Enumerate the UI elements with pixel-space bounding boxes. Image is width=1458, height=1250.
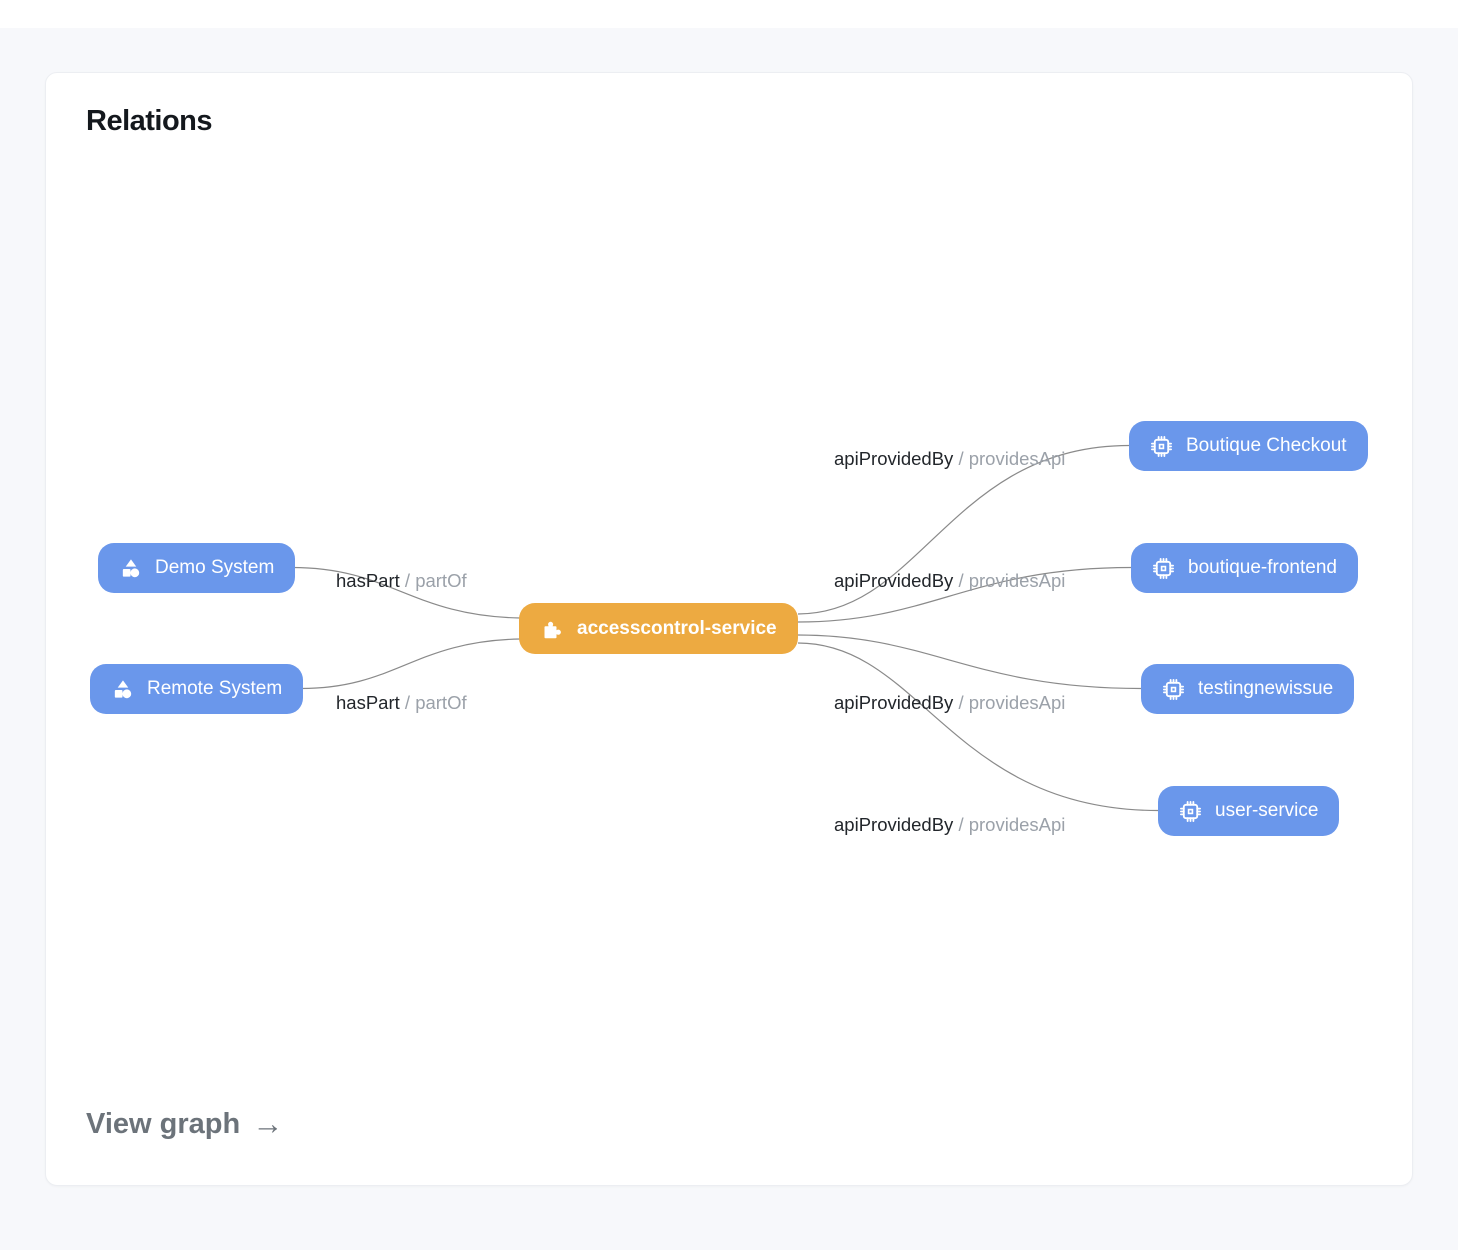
edge-label-apiprovidedby-2: apiProvidedBy / providesApi [834, 570, 1065, 592]
arrow-right-icon: → [252, 1106, 283, 1142]
node-label: Demo System [155, 557, 274, 579]
view-graph-link[interactable]: View graph → [86, 1106, 283, 1142]
relations-diagram-canvas: Relations Demo System [46, 73, 1412, 1185]
chip-icon [1150, 435, 1173, 458]
view-graph-label: View graph [86, 1108, 240, 1141]
puzzle-icon [540, 617, 564, 641]
system-shapes-icon [119, 557, 142, 580]
node-testingnewissue[interactable]: testingnewissue [1141, 664, 1354, 714]
top-strip [0, 0, 1458, 28]
edge-label-apiprovidedby-3: apiProvidedBy / providesApi [834, 692, 1065, 714]
node-label: Remote System [147, 678, 282, 700]
node-user-service[interactable]: user-service [1158, 786, 1339, 836]
node-label: testingnewissue [1198, 678, 1333, 700]
edge-label-haspart-2: hasPart / partOf [336, 692, 467, 714]
node-accesscontrol-service[interactable]: accesscontrol-service [519, 603, 798, 654]
node-demo-system[interactable]: Demo System [98, 543, 295, 593]
relations-card: Relations Demo System [45, 72, 1413, 1186]
node-label: accesscontrol-service [577, 618, 777, 640]
chip-icon [1152, 557, 1175, 580]
node-boutique-frontend[interactable]: boutique-frontend [1131, 543, 1358, 593]
edge-remote-to-center [301, 639, 520, 689]
node-remote-system[interactable]: Remote System [90, 664, 303, 714]
chip-icon [1179, 800, 1202, 823]
node-label: boutique-frontend [1188, 557, 1337, 579]
edge-center-to-testingnewissue [798, 635, 1141, 689]
edge-label-apiprovidedby-4: apiProvidedBy / providesApi [834, 814, 1065, 836]
chip-icon [1162, 678, 1185, 701]
system-shapes-icon [111, 678, 134, 701]
node-boutique-checkout[interactable]: Boutique Checkout [1129, 421, 1368, 471]
node-label: user-service [1215, 800, 1318, 822]
edge-label-haspart-1: hasPart / partOf [336, 570, 467, 592]
card-title: Relations [86, 105, 212, 138]
node-label: Boutique Checkout [1186, 435, 1347, 457]
edge-label-apiprovidedby-1: apiProvidedBy / providesApi [834, 448, 1065, 470]
